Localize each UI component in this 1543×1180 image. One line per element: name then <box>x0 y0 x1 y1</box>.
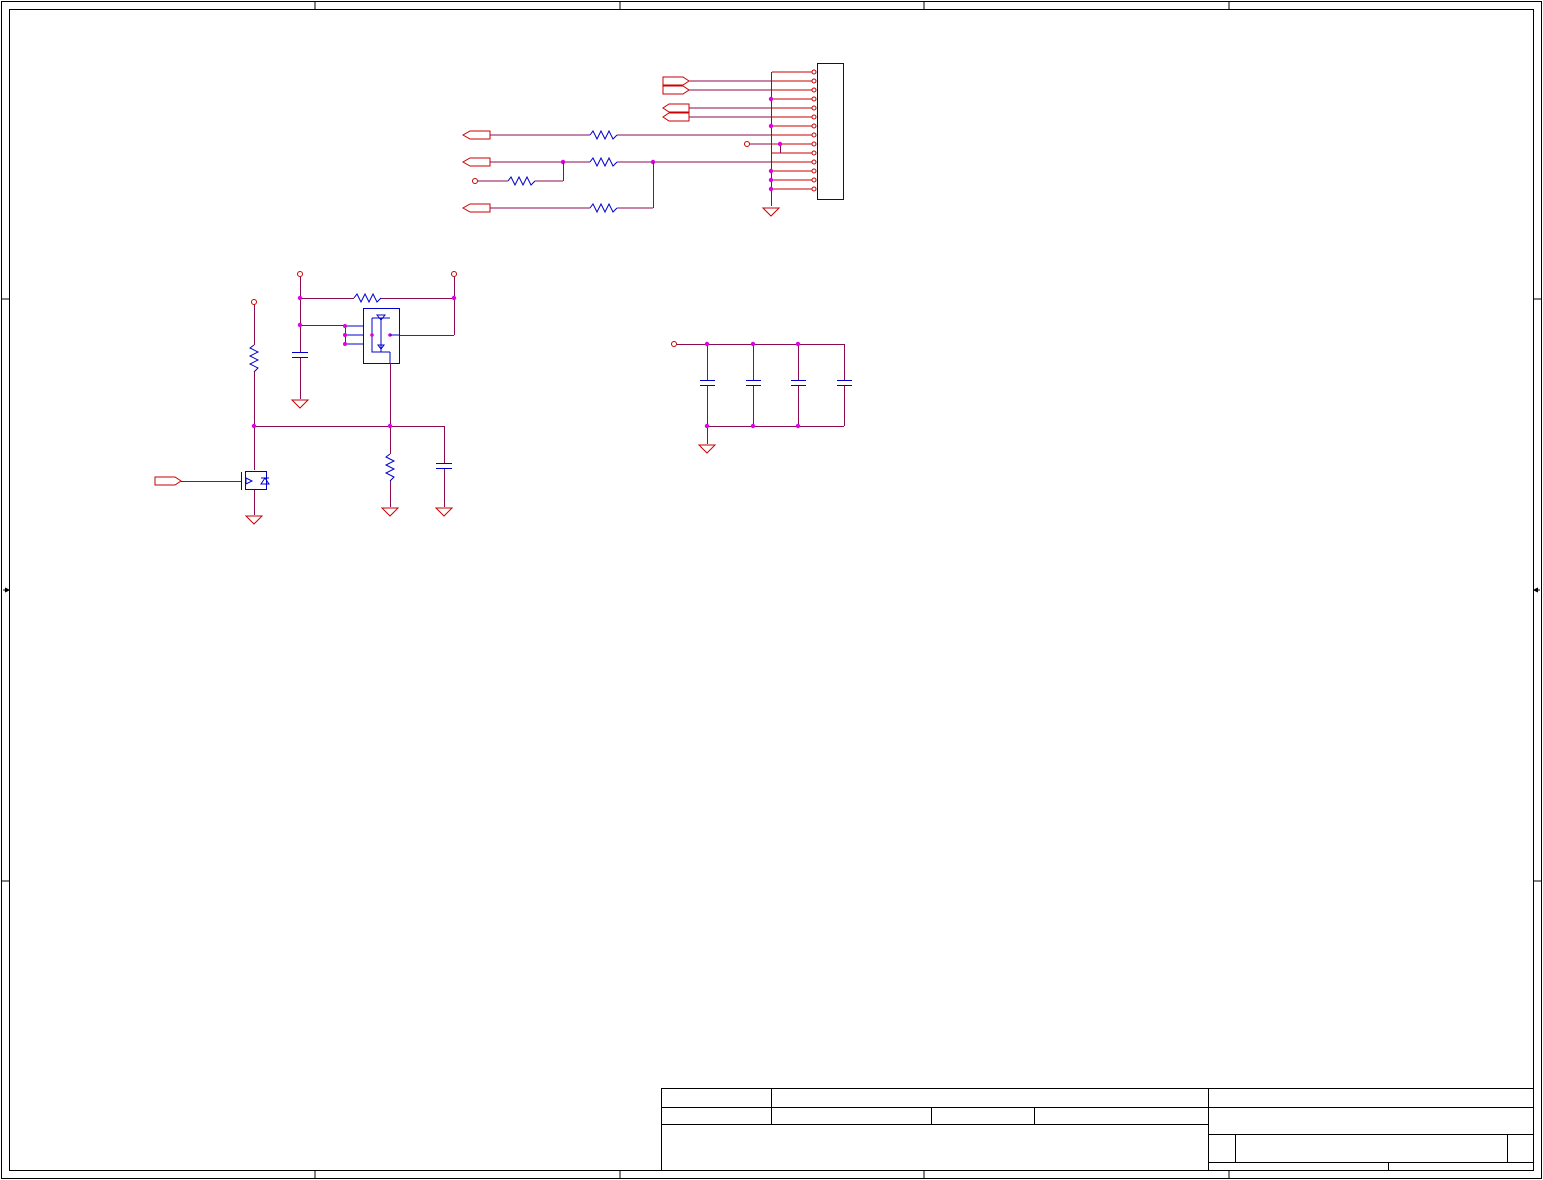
power-port-icon <box>472 178 478 184</box>
series-resistor-network <box>461 96 783 217</box>
power-port-icon <box>251 299 257 305</box>
resistor-icon <box>353 292 382 304</box>
power-port-icon <box>297 271 303 277</box>
power-port-icon <box>671 341 677 347</box>
power-port-icon <box>744 141 750 147</box>
resistor-icon <box>507 175 536 187</box>
off-page-port-icon <box>662 112 690 122</box>
off-page-port-icon <box>662 76 690 86</box>
schematic-sheet <box>1 1 1542 1179</box>
connector-signal-ports <box>662 76 772 122</box>
ground-icon <box>290 399 310 409</box>
off-page-port-icon <box>461 130 491 140</box>
resistor-icon <box>589 202 618 214</box>
resistor-icon <box>384 453 396 482</box>
off-page-port-icon <box>662 85 690 95</box>
ground-icon <box>761 207 781 217</box>
resistor-icon <box>589 129 618 141</box>
center-arrow-right-icon <box>1532 587 1540 593</box>
off-page-port-icon <box>461 157 491 167</box>
ground-icon <box>697 444 717 454</box>
ground-icon <box>244 515 264 525</box>
power-port-icon <box>451 271 457 277</box>
off-page-port-icon <box>461 203 491 213</box>
title-block <box>661 1088 1534 1171</box>
ground-icon <box>380 507 400 517</box>
connector-header <box>771 63 844 206</box>
off-page-port-icon <box>154 476 182 486</box>
center-arrow-left-icon <box>3 587 11 593</box>
ground-icon <box>434 507 454 517</box>
connector-icon <box>817 63 844 200</box>
connector-pin-stubs <box>772 71 812 190</box>
resistor-icon <box>589 156 618 168</box>
decoupling-capacitor-bank <box>671 341 852 454</box>
off-page-port-icon <box>662 103 690 113</box>
connector-pins <box>811 69 817 192</box>
power-switch-circuit <box>154 271 457 525</box>
resistor-icon <box>248 344 260 373</box>
